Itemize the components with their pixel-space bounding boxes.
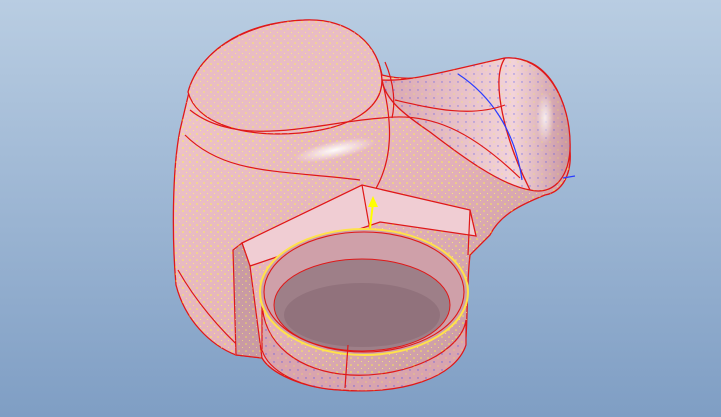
top-dome[interactable] <box>187 19 383 135</box>
graphics-viewport[interactable] <box>0 0 721 417</box>
cad-model-canvas[interactable] <box>0 0 721 417</box>
port-bore-shadow <box>284 283 440 347</box>
nozzle-highlight <box>536 92 554 144</box>
dome-mesh <box>188 19 382 134</box>
